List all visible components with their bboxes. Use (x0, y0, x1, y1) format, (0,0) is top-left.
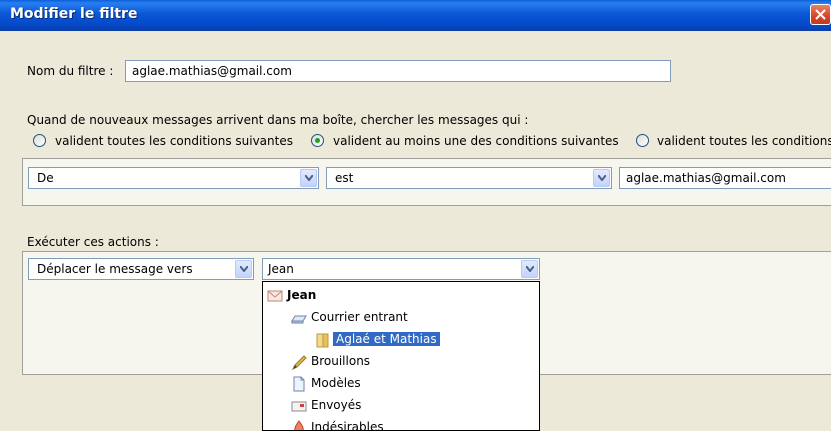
action-type-value: Déplacer le message vers (37, 262, 193, 276)
inbox-icon (291, 315, 307, 324)
action-type-select[interactable]: Déplacer le message vers (28, 258, 254, 280)
radio-all-conditions[interactable] (33, 134, 46, 147)
chevron-down-icon[interactable] (300, 169, 317, 187)
menu-item-label: Indésirables (311, 420, 384, 431)
menu-item-label: Modèles (311, 376, 361, 390)
junk-icon (294, 420, 304, 430)
radio-all-messages[interactable] (636, 134, 649, 147)
account-icon (267, 290, 283, 302)
filter-name-label: Nom du filtre : (27, 64, 114, 78)
chevron-down-icon[interactable] (521, 260, 538, 278)
conditions-intro: Quand de nouveaux messages arrivent dans… (27, 113, 529, 127)
sent-icon (291, 401, 307, 412)
menu-item-label: Courrier entrant (311, 310, 408, 324)
condition-operator-select[interactable]: est (326, 167, 612, 189)
title-bar: Modifier le filtre (0, 0, 831, 31)
folder-icon (316, 333, 329, 348)
drafts-icon (291, 355, 307, 370)
actions-label: Exécuter ces actions : (27, 235, 159, 249)
close-button[interactable] (810, 4, 831, 25)
menu-item-label: Envoyés (311, 398, 362, 412)
radio-all-messages-label: valident toutes les conditions (657, 134, 831, 148)
templates-icon (293, 376, 305, 392)
folder-dropdown-menu: Jean Courrier entrant Aglaé et Mathias B… (262, 281, 540, 431)
window-title: Modifier le filtre (10, 6, 138, 22)
radio-any-condition[interactable] (311, 134, 324, 147)
radio-all-conditions-label: valident toutes les conditions suivantes (55, 134, 293, 148)
filter-name-input[interactable]: aglae.mathias@gmail.com (125, 60, 671, 82)
menu-item-label: Brouillons (311, 354, 371, 368)
action-target-select[interactable]: Jean (262, 258, 540, 280)
radio-any-condition-label: valident au moins une des conditions sui… (333, 134, 619, 148)
condition-field-value: De (37, 171, 54, 185)
condition-value-input[interactable]: aglae.mathias@gmail.com (619, 167, 831, 189)
close-icon (815, 9, 826, 20)
condition-operator-value: est (335, 171, 354, 185)
menu-item-label: Aglaé et Mathias (333, 332, 440, 346)
condition-field-select[interactable]: De (28, 167, 319, 189)
chevron-down-icon[interactable] (235, 260, 252, 278)
chevron-down-icon[interactable] (593, 169, 610, 187)
action-target-value: Jean (268, 262, 294, 276)
menu-item-label: Jean (287, 288, 317, 302)
